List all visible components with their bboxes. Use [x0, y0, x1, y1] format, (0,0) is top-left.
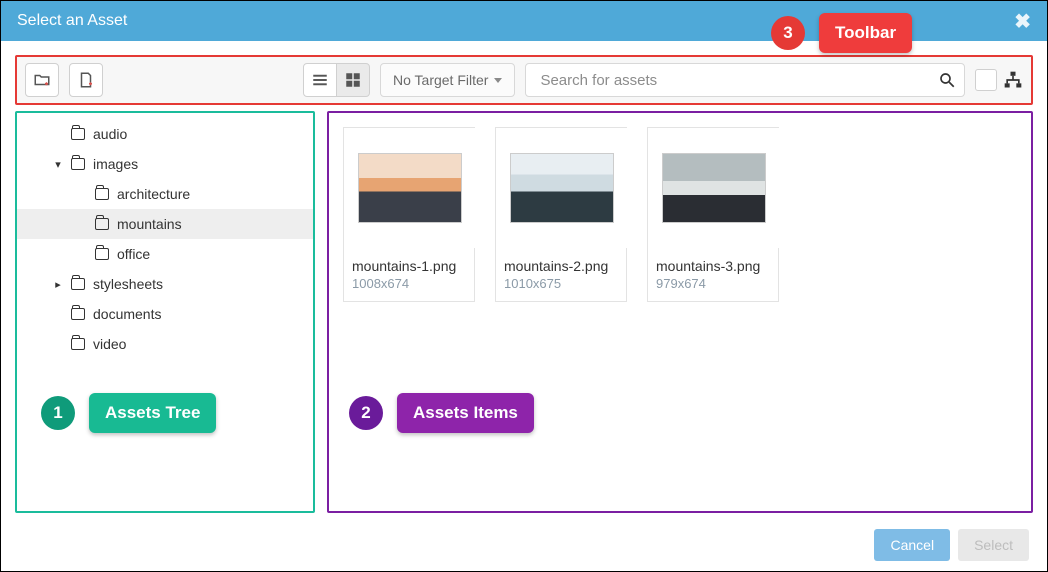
new-file-button[interactable]	[69, 63, 103, 97]
toolbar: No Target Filter	[15, 55, 1033, 105]
tree-item-label: video	[93, 336, 126, 352]
folder-icon	[95, 188, 109, 200]
callout-toolbar: 3 Toolbar	[771, 13, 912, 53]
asset-card[interactable]: mountains-1.png1008x674	[343, 127, 475, 302]
folder-icon	[71, 338, 85, 350]
folder-icon	[71, 278, 85, 290]
tree-item[interactable]: stylesheets	[17, 269, 313, 299]
dialog-title: Select an Asset	[17, 12, 127, 30]
image-icon	[510, 153, 614, 223]
asset-thumbnail	[496, 128, 628, 248]
close-icon[interactable]: ✖	[1014, 9, 1031, 34]
asset-name: mountains-1.png	[344, 248, 474, 274]
tree-item[interactable]: audio	[17, 119, 313, 149]
dialog-footer: Cancel Select	[874, 529, 1029, 561]
tree-item[interactable]: documents	[17, 299, 313, 329]
assets-grid: mountains-1.png1008x674mountains-2.png10…	[327, 111, 1033, 513]
folder-icon	[95, 218, 109, 230]
callout-number: 1	[41, 396, 75, 430]
chevron-down-icon[interactable]	[53, 158, 63, 171]
folder-icon	[71, 158, 85, 170]
tree-item-label: documents	[93, 306, 161, 322]
callout-assets-items: 2 Assets Items	[349, 393, 534, 433]
asset-thumbnail	[344, 128, 476, 248]
tree-item-label: audio	[93, 126, 127, 142]
tree-item[interactable]: office	[17, 239, 313, 269]
asset-dimensions: 1008x674	[344, 274, 474, 301]
tree-item-label: stylesheets	[93, 276, 163, 292]
dialog-body: audio images architecture mountains office st…	[1, 111, 1047, 513]
target-filter-dropdown[interactable]: No Target Filter	[380, 63, 515, 97]
asset-dimensions: 979x674	[648, 274, 778, 301]
callout-number: 2	[349, 396, 383, 430]
asset-name: mountains-2.png	[496, 248, 626, 274]
asset-thumbnail	[648, 128, 780, 248]
sitemap-icon[interactable]	[1003, 70, 1023, 90]
tree-item-label: mountains	[117, 216, 182, 232]
tree-item[interactable]: video	[17, 329, 313, 359]
callout-label: Assets Tree	[89, 393, 216, 433]
tree-item-label: architecture	[117, 186, 190, 202]
list-view-button[interactable]	[303, 63, 337, 97]
assets-tree: audio images architecture mountains office st…	[15, 111, 315, 513]
tree-item[interactable]: images	[17, 149, 313, 179]
search-field-wrap	[525, 63, 965, 97]
cancel-button[interactable]: Cancel	[874, 529, 950, 561]
search-input[interactable]	[538, 71, 938, 90]
callout-assets-tree: 1 Assets Tree	[41, 393, 216, 433]
new-folder-button[interactable]	[25, 63, 59, 97]
image-icon	[358, 153, 462, 223]
image-icon	[662, 153, 766, 223]
folder-icon	[71, 128, 85, 140]
callout-number: 3	[771, 16, 805, 50]
grid-view-button[interactable]	[336, 63, 370, 97]
folder-icon	[95, 248, 109, 260]
asset-card[interactable]: mountains-2.png1010x675	[495, 127, 627, 302]
color-swatch[interactable]	[975, 69, 997, 91]
tree-item-label: images	[93, 156, 138, 172]
select-button: Select	[958, 529, 1029, 561]
tree-item[interactable]: architecture	[17, 179, 313, 209]
asset-dimensions: 1010x675	[496, 274, 626, 301]
folder-icon	[71, 308, 85, 320]
tree-item[interactable]: mountains	[17, 209, 313, 239]
search-icon[interactable]	[938, 71, 956, 89]
callout-label: Toolbar	[819, 13, 912, 53]
asset-card[interactable]: mountains-3.png979x674	[647, 127, 779, 302]
chevron-down-icon	[494, 78, 502, 83]
callout-label: Assets Items	[397, 393, 534, 433]
chevron-right-icon[interactable]	[53, 278, 63, 291]
target-filter-label: No Target Filter	[393, 72, 488, 88]
dialog-frame: Select an Asset ✖ No Target Filter	[0, 0, 1048, 572]
tree-item-label: office	[117, 246, 150, 262]
asset-name: mountains-3.png	[648, 248, 778, 274]
view-mode-group	[303, 63, 370, 97]
